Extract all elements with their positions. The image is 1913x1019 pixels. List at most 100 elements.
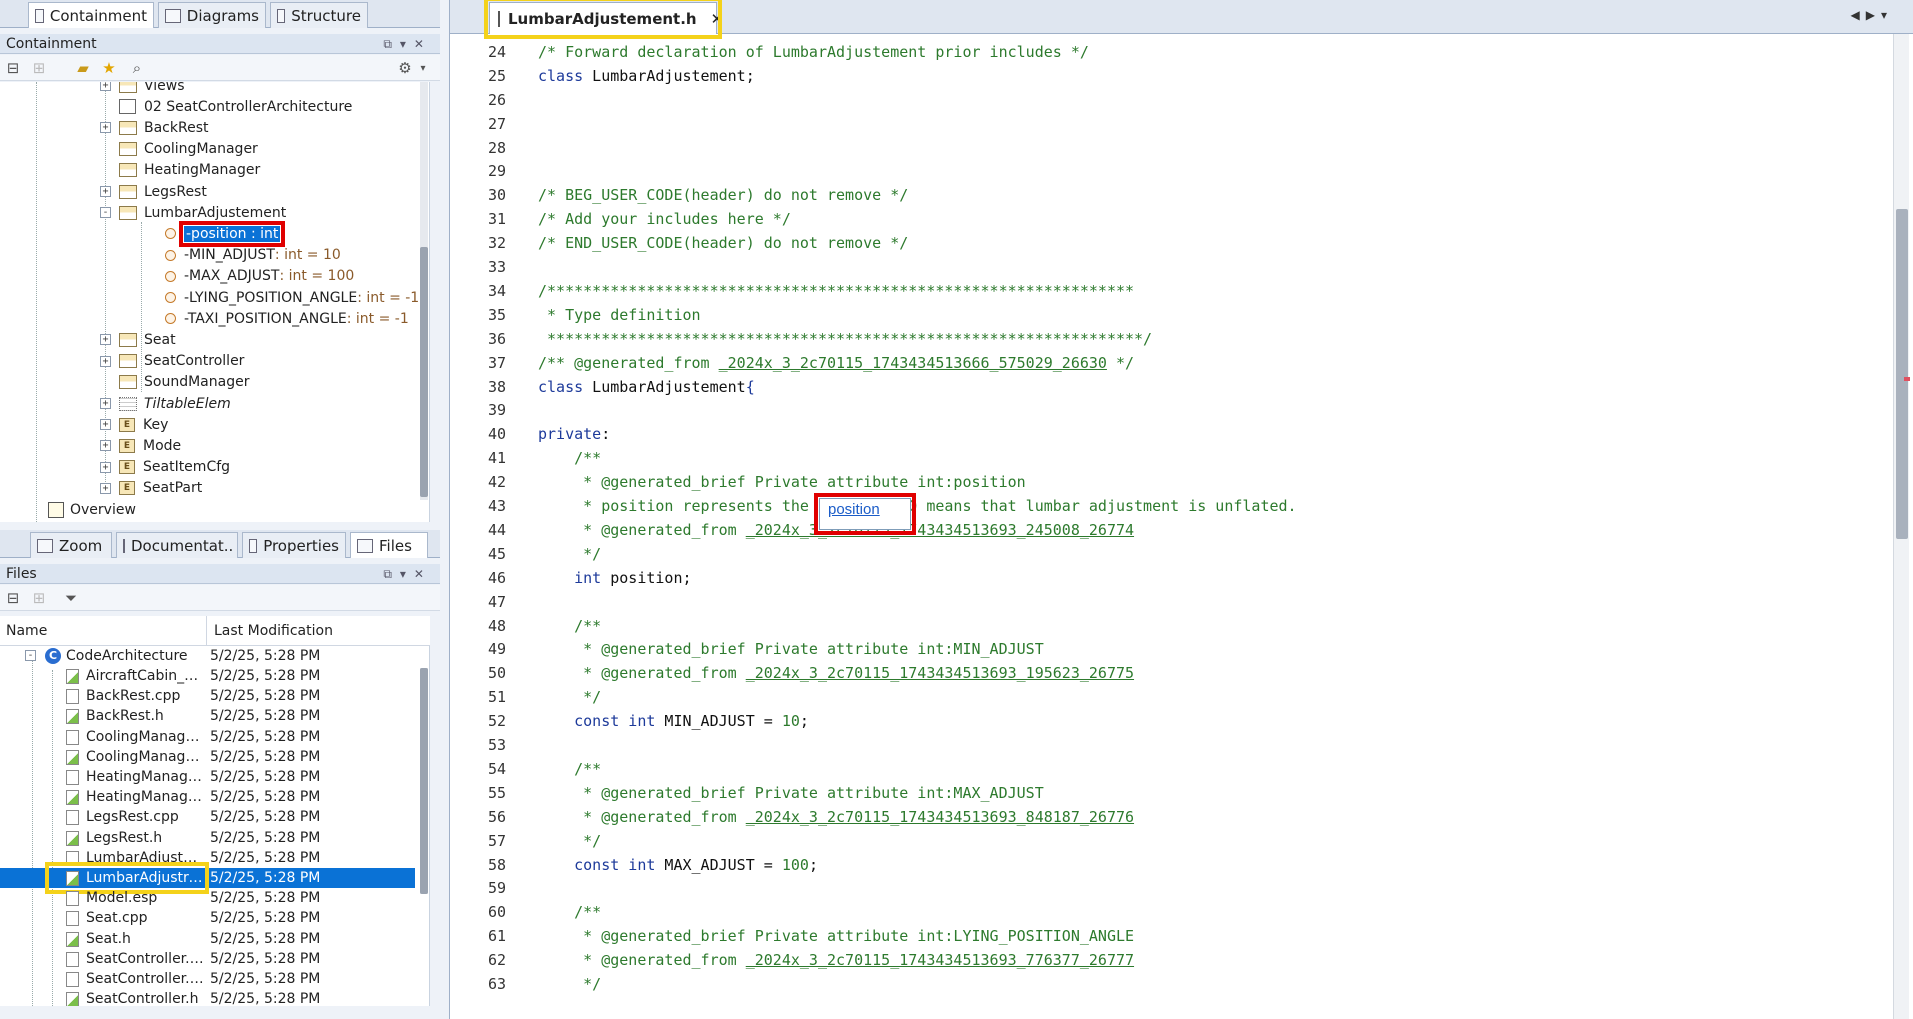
tree-item[interactable]: -position : int [165,220,286,247]
file-row[interactable]: Model.esp 5/2/25, 5:28 PM [0,888,415,908]
tab-files[interactable]: Files [350,532,428,558]
tree-item[interactable]: + BackRest [100,117,208,138]
file-row[interactable]: SeatController.h 5/2/25, 5:28 PM [0,989,415,1006]
collapse-minus-icon[interactable]: - [100,207,111,219]
hover-link-popup[interactable]: position [814,493,916,535]
file-row[interactable]: LumbarAdjustre... 5/2/25, 5:28 PM [0,862,415,894]
tab-containment[interactable]: Containment [28,2,154,28]
generated-from-link[interactable]: _2024x_3_2c70115_1743434513693_195623_26… [746,664,1134,682]
editor-tab-lumbaradjustement-h[interactable]: LumbarAdjustement.h ✕ [484,0,723,39]
tree-item[interactable]: CoolingManager [119,139,258,160]
editor-scrollbar[interactable] [1893,34,1910,1019]
filter-icon[interactable]: ⏷ [62,589,80,607]
file-row[interactable]: LumbarAdjustme... 5/2/25, 5:28 PM [0,848,415,868]
tree-item[interactable]: + LegsRest [100,181,207,202]
file-row[interactable]: Seat.cpp 5/2/25, 5:28 PM [0,908,415,928]
tree-item[interactable]: - LumbarAdjustement [100,202,286,223]
file-row[interactable]: HeatingManager... 5/2/25, 5:28 PM [0,767,415,787]
tree-item[interactable]: + E SeatPart [100,478,202,499]
panel-window-controls[interactable]: ⧉▾✕ [383,34,432,54]
attribute-icon [165,313,176,325]
collapse-all-icon[interactable]: ⊟ [4,589,22,607]
tree-item[interactable]: -LYING_POSITION_ANGLE : int = -1 [165,287,419,308]
file-row[interactable]: Seat.h 5/2/25, 5:28 PM [0,929,415,949]
file-row[interactable]: HeatingManager... 5/2/25, 5:28 PM [0,787,415,807]
tree-item-overview[interactable]: Overview [48,499,136,520]
file-row[interactable]: BackRest.h 5/2/25, 5:28 PM [0,706,415,726]
gear-icon[interactable]: ⚙ [396,59,414,77]
favorite-star-icon[interactable]: ★ [100,59,118,77]
file-row[interactable]: LegsRest.h 5/2/25, 5:28 PM [0,828,415,848]
col-name-header[interactable]: Name [6,623,47,639]
panel-window-controls[interactable]: ⧉▾✕ [383,564,432,584]
tree-item[interactable]: HeatingManager [119,160,260,181]
tree-item[interactable]: SoundManager [119,372,249,393]
file-name: CoolingManager... [86,748,204,765]
file-date: 5/2/25, 5:28 PM [210,991,321,1006]
expand-plus-icon[interactable]: + [100,82,111,91]
file-row[interactable]: SeatController.es... 5/2/25, 5:28 PM [0,969,415,989]
popup-link-text[interactable]: position [828,501,880,518]
expand-plus-icon[interactable]: + [100,482,111,494]
file-row[interactable]: AircraftCabin_Se... 5/2/25, 5:28 PM [0,666,415,686]
expand-plus-icon[interactable]: + [100,461,111,473]
folder-icon[interactable]: ▰ [74,59,92,77]
search-icon[interactable]: ⌕ [128,59,146,77]
code-line: 45 */ [450,545,1880,569]
code-line: 38 class LumbarAdjustement{ [450,378,1880,402]
line-number: 44 [487,520,506,539]
tree-item[interactable]: + E SeatItemCfg [100,457,230,478]
code-token: * @generated_brief Private attribute int… [538,783,1044,802]
expand-plus-icon[interactable]: + [100,419,111,431]
tab-diagrams[interactable]: Diagrams [158,2,266,28]
tree-item[interactable]: + SeatController [100,351,244,372]
tree-item[interactable]: 02 SeatControllerArchitecture [119,96,352,117]
generated-from-link[interactable]: _2024x_3_2c70115_1743434513666_575029_26… [719,354,1107,372]
col-modified-header[interactable]: Last Modification [214,623,333,639]
generated-from-link[interactable]: _2024x_3_2c70115_1743434513693_245008_26… [746,521,1134,539]
class-diagram-icon [119,99,136,115]
tree-item[interactable]: + Views [100,82,185,96]
file-row[interactable]: LegsRest.cpp 5/2/25, 5:28 PM [0,807,415,827]
tree-item[interactable]: + E Mode [100,435,181,456]
containment-scrollbar[interactable] [420,82,428,500]
tab-structure[interactable]: Structure [270,2,368,28]
line-number: 31 [487,210,506,229]
tree-item[interactable]: + E Key [100,414,168,435]
expand-plus-icon[interactable]: + [100,186,111,197]
file-row[interactable]: SeatController.cp... 5/2/25, 5:28 PM [0,949,415,969]
files-scrollbar[interactable] [420,668,428,894]
tree-item[interactable]: -MIN_ADJUST : int = 10 [165,245,341,266]
tree-item-label: SeatItemCfg [143,459,231,476]
file-row[interactable]: CoolingManager... 5/2/25, 5:28 PM [0,727,415,747]
tree-item-label: TiltableElem [144,395,231,412]
generated-from-link[interactable]: _2024x_3_2c70115_1743434513693_848187_26… [746,808,1134,826]
expand-plus-icon[interactable]: + [100,122,111,134]
collapse-expander-icon[interactable]: - [25,650,36,661]
code-text: /* Forward declaration of LumbarAdjustem… [538,43,1089,61]
code-area[interactable]: 23 24 /* Forward declaration of LumbarAdju… [450,34,1890,1019]
expand-plus-icon[interactable]: + [100,440,111,452]
tab-documentation[interactable]: Documentat.. [116,532,238,558]
tree-item[interactable]: + TiltableElem [100,393,231,414]
tab-properties[interactable]: Properties [242,532,346,558]
tree-item[interactable]: + Seat [100,329,176,350]
expand-plus-icon[interactable]: + [100,355,111,367]
expand-plus-icon[interactable]: + [100,334,111,346]
close-icon[interactable]: ✕ [711,10,724,28]
chevron-down-icon[interactable]: ▾ [414,59,432,77]
file-row[interactable]: CoolingManager... 5/2/25, 5:28 PM [0,747,415,767]
tab-zoom[interactable]: Zoom [30,532,112,558]
collapse-all-icon[interactable]: ⊟ [4,59,22,77]
file-root-row[interactable]: - C CodeArchitecture 5/2/25, 5:28 PM [0,646,415,666]
file-row[interactable]: BackRest.cpp 5/2/25, 5:28 PM [0,686,415,706]
code-project-icon: C [45,648,61,664]
generated-from-link[interactable]: _2024x_3_2c70115_1743434513693_776377_26… [746,951,1134,969]
code-token: /** [538,759,602,778]
expand-plus-icon[interactable]: + [100,398,111,409]
line-number: 35 [487,305,506,324]
tree-item[interactable]: -TAXI_POSITION_ANGLE : int = -1 [165,308,409,329]
selected-attribute-highlight[interactable]: -position : int [178,220,286,247]
tab-nav-arrows[interactable]: ◀▶▾ [1851,8,1893,22]
tree-item[interactable]: -MAX_ADJUST : int = 100 [165,266,354,287]
